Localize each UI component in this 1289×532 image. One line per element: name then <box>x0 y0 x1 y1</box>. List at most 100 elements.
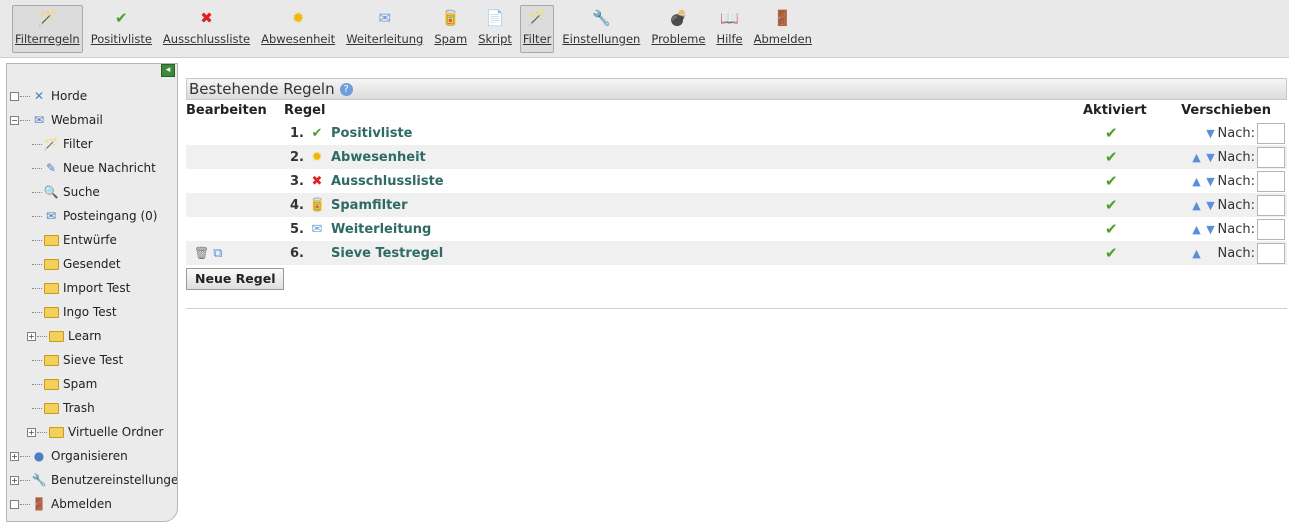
edit-cell <box>186 121 284 145</box>
tree-item[interactable]: ✎ Neue Nachricht <box>7 156 177 180</box>
tree-item[interactable]: Trash <box>7 396 177 420</box>
tree-item[interactable]: + ● Organisieren <box>7 444 177 468</box>
move-to-input[interactable] <box>1257 218 1285 240</box>
collapse-sidebar-icon[interactable]: ◂ <box>161 64 175 77</box>
enabled-checkmark-icon[interactable]: ✔ <box>1105 196 1118 214</box>
folder-shape <box>43 282 59 294</box>
toolbar-button-label: Weiterleitung <box>346 32 424 46</box>
toolbar-button-label: Abmelden <box>753 32 812 46</box>
edit-cell <box>186 193 284 217</box>
column-header-move: Verschieben <box>1181 103 1271 118</box>
tree-item[interactable]: + Virtuelle Ordner <box>7 420 177 444</box>
move-up-icon[interactable]: ▲ <box>1190 151 1204 164</box>
move-to-input[interactable] <box>1257 194 1285 216</box>
toolbar-button-skript[interactable]: 📄 Skript <box>475 5 515 53</box>
leaf-node-icon[interactable] <box>10 499 19 509</box>
rule-name-link[interactable]: Positivliste <box>331 126 412 141</box>
table-row: 4. 🥫 Spamfilter ✔ ▲ ▼ Nach: <box>186 193 1287 217</box>
move-up-icon[interactable]: ▲ <box>1190 223 1204 236</box>
toolbar-button-einstellungen[interactable]: 🔧 Einstellungen <box>559 5 643 53</box>
toolbar-button-hilfe[interactable]: 📖 Hilfe <box>713 5 745 53</box>
tree-item[interactable]: − ✉ Webmail <box>7 108 177 132</box>
sent-folder-icon <box>43 256 59 272</box>
tree-item[interactable]: 🔍 Suche <box>7 180 177 204</box>
enabled-checkmark-icon[interactable]: ✔ <box>1105 124 1118 142</box>
move-up-icon[interactable]: ▲ <box>1190 199 1204 212</box>
move-to-input[interactable] <box>1257 146 1285 168</box>
tree-item[interactable]: Ingo Test <box>7 300 177 324</box>
toolbar-button-ausschlussliste[interactable]: ✖ Ausschlussliste <box>160 5 253 53</box>
tree-item-label: Organisieren <box>51 449 128 463</box>
new-rule-button[interactable]: Neue Regel <box>186 268 285 290</box>
toolbar-button-abwesenheit[interactable]: ✹ Abwesenheit <box>258 5 338 53</box>
bomb-icon: 💣 <box>669 9 688 27</box>
enabled-checkmark-icon[interactable]: ✔ <box>1105 244 1118 262</box>
tree-item[interactable]: 🚪 Abmelden <box>7 492 177 516</box>
tree-item[interactable]: Gesendet <box>7 252 177 276</box>
move-to-input[interactable] <box>1257 170 1285 192</box>
move-down-icon[interactable]: ▼ <box>1204 151 1218 164</box>
toolbar-button-label: Einstellungen <box>562 32 641 46</box>
rule-name-link[interactable]: Weiterleitung <box>331 222 431 237</box>
toolbar-button-probleme[interactable]: 💣 Probleme <box>648 5 708 53</box>
tree-item-label: Spam <box>63 377 98 391</box>
toolbar-button-abmelden[interactable]: 🚪 Abmelden <box>751 5 815 53</box>
copy-icon[interactable]: ⧉ <box>213 246 222 261</box>
tree-item-label: Neue Nachricht <box>63 161 156 175</box>
move-down-icon[interactable]: ▼ <box>1204 127 1218 140</box>
tree-connector <box>32 311 42 313</box>
toolbar-button-filter[interactable]: 🪄 Filter <box>519 5 555 53</box>
expand-node-icon[interactable]: + <box>27 331 36 341</box>
tree-item[interactable]: Sieve Test <box>7 348 177 372</box>
delete-icon[interactable]: 🗑 <box>194 246 209 260</box>
tree-connector <box>32 359 42 361</box>
toolbar-button-weiterleitung[interactable]: ✉ Weiterleitung <box>343 5 426 53</box>
tree-connector <box>32 167 42 169</box>
rule-name-link[interactable]: Spamfilter <box>331 198 408 213</box>
move-to-input[interactable] <box>1257 122 1285 144</box>
edit-cell: 🗑 ⧉ <box>186 241 284 265</box>
toolbar-button-filterregeln[interactable]: 🪄 Filterregeln <box>12 5 83 53</box>
enabled-checkmark-icon[interactable]: ✔ <box>1105 148 1118 166</box>
move-cell: ▲ ▼ Nach: <box>1167 169 1287 193</box>
move-down-icon[interactable]: ▼ <box>1204 199 1218 212</box>
table-row: 1. ✔ Positivliste ✔ ▼ Nach: <box>186 121 1287 145</box>
folder-shape <box>43 378 59 390</box>
move-down-icon[interactable]: ▼ <box>1204 175 1218 188</box>
exit-door-icon: 🚪 <box>31 497 47 511</box>
help-icon[interactable]: ? <box>339 82 353 96</box>
expand-node-icon[interactable]: + <box>27 427 36 437</box>
rule-name-link[interactable]: Ausschlussliste <box>331 174 444 189</box>
toolbar-button-spam[interactable]: 🥫 Spam <box>431 5 470 53</box>
move-to-input[interactable] <box>1257 242 1285 264</box>
tree-item[interactable]: + Learn <box>7 324 177 348</box>
move-down-icon[interactable]: ▼ <box>1204 223 1218 236</box>
tree-item-label: Import Test <box>63 281 131 295</box>
tree-item[interactable]: Spam <box>7 372 177 396</box>
tree-item[interactable]: Import Test <box>7 276 177 300</box>
tree-connector <box>37 335 47 337</box>
navigation-tree: ✕ Horde − ✉ Webmail 🪄 Filter ✎ Neue Nachricht 🔍 Su… <box>7 84 177 516</box>
expand-node-icon[interactable]: + <box>10 451 19 461</box>
rule-cell: 4. 🥫 Spamfilter <box>284 193 1083 217</box>
move-up-icon[interactable]: ▲ <box>1190 247 1204 260</box>
tree-item[interactable]: ✕ Horde <box>7 84 177 108</box>
collapse-node-icon[interactable]: − <box>10 115 19 125</box>
tree-item[interactable]: + 🔧 Benutzereinstellungen <box>7 468 177 492</box>
move-up-icon[interactable]: ▲ <box>1190 175 1204 188</box>
enabled-checkmark-icon[interactable]: ✔ <box>1105 172 1118 190</box>
toolbar-button-positivliste[interactable]: ✔ Positivliste <box>88 5 155 53</box>
move-cell: ▲ ▼ Nach: <box>1167 193 1287 217</box>
tree-item[interactable]: ✉ Posteingang (0) <box>7 204 177 228</box>
rule-name-link[interactable]: Abwesenheit <box>331 150 426 165</box>
folder-icon <box>43 280 59 296</box>
enabled-checkmark-icon[interactable]: ✔ <box>1105 220 1118 238</box>
leaf-node-icon[interactable] <box>10 91 19 101</box>
expand-node-icon[interactable]: + <box>10 475 19 485</box>
rule-name-link[interactable]: Sieve Testregel <box>331 246 443 261</box>
sidebar: ◂ ✕ Horde − ✉ Webmail 🪄 Filter ✎ Neue Nachricht 🔍… <box>6 63 178 522</box>
rule-number: 5. <box>290 221 304 237</box>
tree-item[interactable]: Entwürfe <box>7 228 177 252</box>
tree-item-label: Virtuelle Ordner <box>68 425 164 439</box>
tree-item[interactable]: 🪄 Filter <box>7 132 177 156</box>
